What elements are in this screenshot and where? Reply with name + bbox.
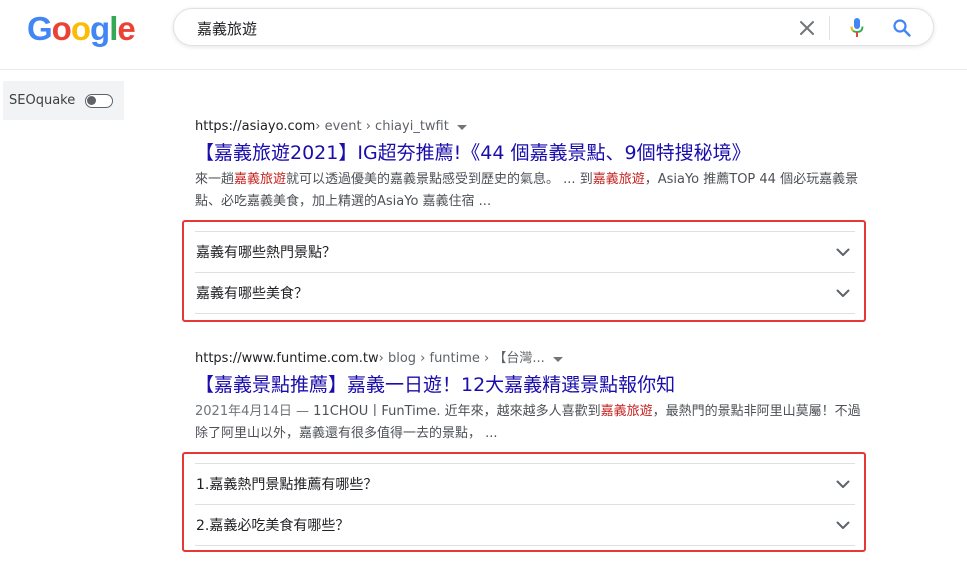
voice-search-button[interactable] [845,16,869,40]
annotation-box [182,220,866,322]
logo-letter: G [27,10,53,47]
search-divider [829,16,830,40]
result-title-link[interactable]: 【嘉義旅遊2021】IG超夯推薦!《44 個嘉義景點、9個特搜秘境》 [195,140,865,166]
search-result: https://asiayo.com › event › chiayi_twfi… [195,118,865,213]
magnifier-icon [893,19,911,37]
search-input[interactable]: 嘉義旅遊 [197,18,257,39]
snippet-keyword: 嘉義旅遊 [600,404,653,419]
seoquake-panel: SEOquake [3,81,124,120]
seoquake-label: SEOquake [9,93,76,108]
snippet-date: 2021年4月14日 — [195,404,314,419]
result-title-link[interactable]: 【嘉義景點推薦】嘉義一日遊！12大嘉義精選景點報你知 [195,372,865,398]
caret-down-icon[interactable] [456,124,467,130]
close-icon [800,21,814,35]
toggle-knob [87,95,97,105]
result-url[interactable]: https://www.funtime.com.tw › blog › funt… [195,350,865,368]
microphone-icon [850,18,864,37]
annotation-box [182,452,866,552]
result-snippet: 2021年4月14日 — 11CHOU丨FunTime. 近年來，越來越多人喜歡… [195,401,863,445]
search-box[interactable]: 嘉義旅遊 [173,8,934,46]
header-divider [0,69,967,70]
result-domain: https://www.funtime.com.tw [195,351,379,366]
seoquake-toggle[interactable] [85,93,114,108]
result-url[interactable]: https://asiayo.com › event › chiayi_twfi… [195,118,865,136]
clear-button[interactable] [795,16,819,40]
snippet-keyword: 嘉義旅遊 [234,172,287,187]
google-logo[interactable]: Google [27,10,136,47]
snippet-text: 11CHOU丨FunTime. 近年來，越來越多人喜歡到 [313,404,601,419]
snippet-text: 就可以透過優美的嘉義景點感受到歷史的氣息。 ... 到 [286,172,593,187]
logo-letter: o [70,10,91,47]
logo-letter: o [51,10,72,47]
snippet-text: 來一趟 [195,172,235,187]
result-domain: https://asiayo.com [195,119,316,134]
result-path: › event › chiayi_twfit [315,119,449,134]
result-path: › blog › funtime › 【台灣... [378,351,545,366]
search-result: https://www.funtime.com.tw › blog › funt… [195,350,865,445]
logo-letter: e [117,10,135,47]
search-button[interactable] [890,16,914,40]
logo-letter: g [90,10,110,47]
result-snippet: 來一趟嘉義旅遊就可以透過優美的嘉義景點感受到歷史的氣息。 ... 到嘉義旅遊，A… [195,169,863,213]
snippet-keyword: 嘉義旅遊 [592,172,645,187]
caret-down-icon[interactable] [552,356,563,362]
